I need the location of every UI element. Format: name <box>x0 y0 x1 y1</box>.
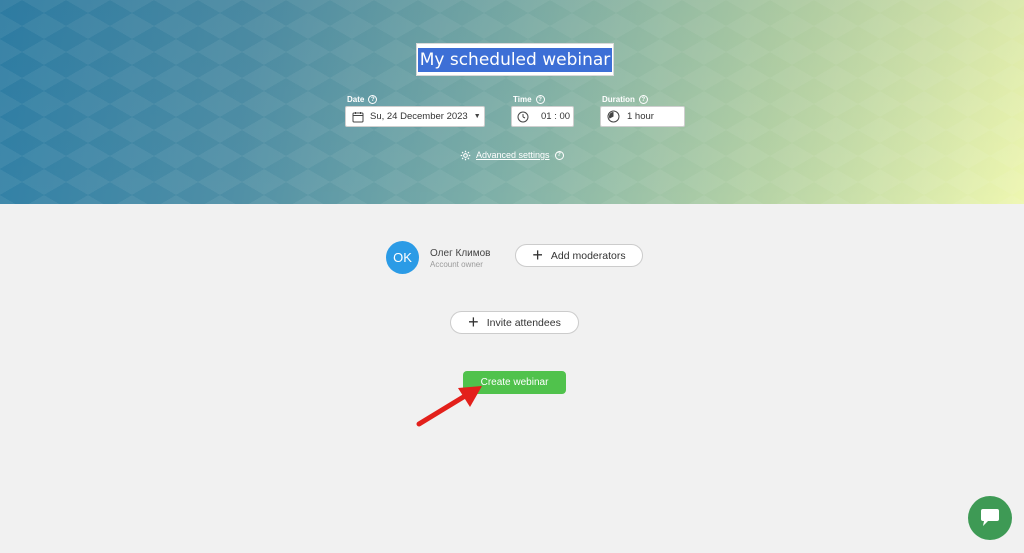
chat-icon <box>981 509 999 526</box>
gear-icon <box>460 150 471 160</box>
time-label: Time <box>513 95 532 104</box>
date-value: Su, 24 December 2023 <box>370 111 468 122</box>
date-label-group: Date ? <box>347 95 378 104</box>
calendar-icon <box>352 111 364 122</box>
timer-icon <box>607 110 620 123</box>
advanced-settings-row: Advanced settings ? <box>460 149 564 161</box>
duration-label-group: Duration ? <box>602 95 648 104</box>
plus-icon: + <box>468 311 479 332</box>
time-value: 01 : 00 <box>541 111 571 122</box>
duration-value: 1 hour <box>627 111 654 122</box>
time-label-group: Time ? <box>513 95 545 104</box>
add-moderators-label: Add moderators <box>550 249 626 262</box>
help-icon[interactable]: ? <box>535 95 545 104</box>
add-moderators-button[interactable]: + Add moderators <box>515 244 643 267</box>
advanced-settings-link[interactable]: Advanced settings <box>476 150 550 160</box>
invite-attendees-label: Invite attendees <box>486 316 561 329</box>
chevron-down-icon: ▼ <box>473 113 481 120</box>
chat-button[interactable] <box>968 496 1012 540</box>
help-icon[interactable]: ? <box>638 95 648 104</box>
duration-picker[interactable]: 1 hour <box>600 106 685 127</box>
time-picker[interactable]: 01 : 00 <box>511 106 574 127</box>
avatar: OK <box>386 241 419 274</box>
clock-icon <box>517 111 529 122</box>
owner-name: Олег Климов <box>430 248 491 259</box>
webinar-title-input[interactable]: My scheduled webinar <box>416 43 614 76</box>
header-banner <box>0 0 1024 204</box>
date-picker[interactable]: Su, 24 December 2023 ▼ <box>345 106 485 127</box>
date-label: Date <box>347 95 365 104</box>
red-arrow-annotation <box>416 386 482 427</box>
help-icon[interactable]: ? <box>554 150 564 160</box>
webinar-title-text: My scheduled webinar <box>417 47 613 72</box>
invite-attendees-button[interactable]: + Invite attendees <box>450 311 579 334</box>
owner-role: Account owner <box>430 260 483 269</box>
help-icon[interactable]: ? <box>368 95 378 104</box>
duration-label: Duration <box>602 95 635 104</box>
plus-icon: + <box>532 244 543 265</box>
